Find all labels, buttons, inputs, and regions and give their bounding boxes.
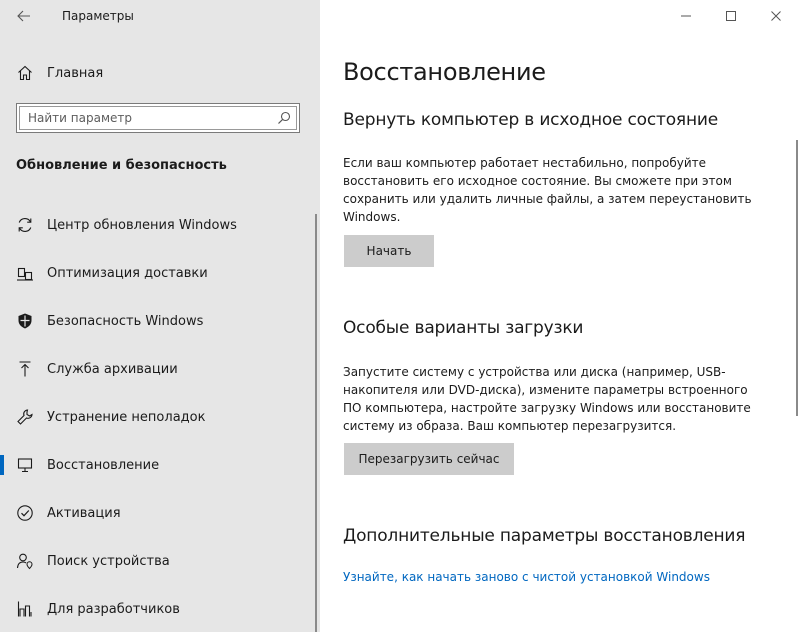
restart-now-button[interactable]: Перезагрузить сейчас	[344, 443, 514, 475]
home-label: Главная	[47, 65, 104, 81]
close-button[interactable]	[764, 5, 788, 27]
maximize-button[interactable]	[719, 5, 743, 27]
maximize-icon	[726, 11, 736, 21]
person-location-icon	[16, 552, 34, 570]
shield-icon	[16, 312, 34, 330]
delivery-icon	[16, 264, 34, 282]
home-icon	[16, 64, 34, 82]
advanced-startup-heading: Особые варианты загрузки	[343, 318, 584, 338]
check-circle-icon	[16, 504, 34, 522]
home-nav-item[interactable]: Главная	[0, 53, 316, 93]
recovery-icon	[16, 456, 34, 474]
sync-icon	[16, 216, 34, 234]
sidebar-item-recovery[interactable]: Восстановление	[0, 445, 316, 485]
sidebar-item-find-device[interactable]: Поиск устройства	[0, 541, 316, 581]
sidebar-item-troubleshoot[interactable]: Устранение неполадок	[0, 397, 316, 437]
sidebar-item-label: Поиск устройства	[47, 553, 170, 569]
minimize-icon	[681, 15, 691, 17]
sidebar-item-developers[interactable]: Для разработчиков	[0, 589, 316, 629]
sidebar: Параметры Главная Найти параметр Обновле…	[0, 0, 320, 632]
back-arrow-icon	[17, 10, 30, 22]
sidebar-item-windows-security[interactable]: Безопасность Windows	[0, 301, 316, 341]
sidebar-item-label: Служба архивации	[47, 361, 178, 377]
reset-start-button[interactable]: Начать	[344, 235, 434, 267]
main-scrollbar[interactable]	[796, 140, 798, 416]
sidebar-item-backup[interactable]: Служба архивации	[0, 349, 316, 389]
minimize-button[interactable]	[674, 5, 698, 27]
advanced-startup-description: Запустите систему с устройства или диска…	[343, 365, 751, 433]
search-placeholder: Найти параметр	[28, 111, 132, 125]
settings-window: Параметры Главная Найти параметр Обновле…	[0, 0, 800, 632]
sidebar-item-delivery-optimization[interactable]: Оптимизация доставки	[0, 253, 316, 293]
sidebar-item-label: Центр обновления Windows	[47, 217, 237, 233]
more-recovery-heading: Дополнительные параметры восстановления	[343, 526, 746, 546]
sidebar-item-activation[interactable]: Активация	[0, 493, 316, 533]
fresh-start-link[interactable]: Узнайте, как начать заново с чистой уста…	[343, 570, 710, 584]
reset-description: Если ваш компьютер работает нестабильно,…	[343, 156, 752, 224]
sidebar-item-label: Устранение неполадок	[47, 409, 206, 425]
section-title: Обновление и безопасность	[16, 158, 227, 173]
sidebar-item-windows-update[interactable]: Центр обновления Windows	[0, 205, 316, 245]
sidebar-scrollbar[interactable]	[315, 214, 317, 632]
sidebar-item-label: Оптимизация доставки	[47, 265, 208, 281]
search-icon	[278, 111, 291, 124]
close-icon	[771, 11, 781, 21]
search-box[interactable]: Найти параметр	[16, 103, 300, 133]
back-button[interactable]	[12, 5, 36, 27]
page-title: Восстановление	[343, 58, 546, 86]
title-bar: Параметры	[0, 0, 320, 32]
sidebar-item-label: Восстановление	[47, 457, 160, 473]
developer-icon	[16, 600, 34, 618]
main-content: Восстановление Вернуть компьютер в исход…	[320, 0, 800, 632]
sidebar-item-label: Активация	[47, 505, 121, 521]
reset-heading: Вернуть компьютер в исходное состояние	[343, 110, 718, 130]
wrench-icon	[16, 408, 34, 426]
upload-arrow-icon	[16, 360, 34, 378]
app-title: Параметры	[62, 9, 134, 23]
sidebar-item-label: Для разработчиков	[47, 601, 180, 617]
sidebar-item-label: Безопасность Windows	[47, 313, 204, 329]
